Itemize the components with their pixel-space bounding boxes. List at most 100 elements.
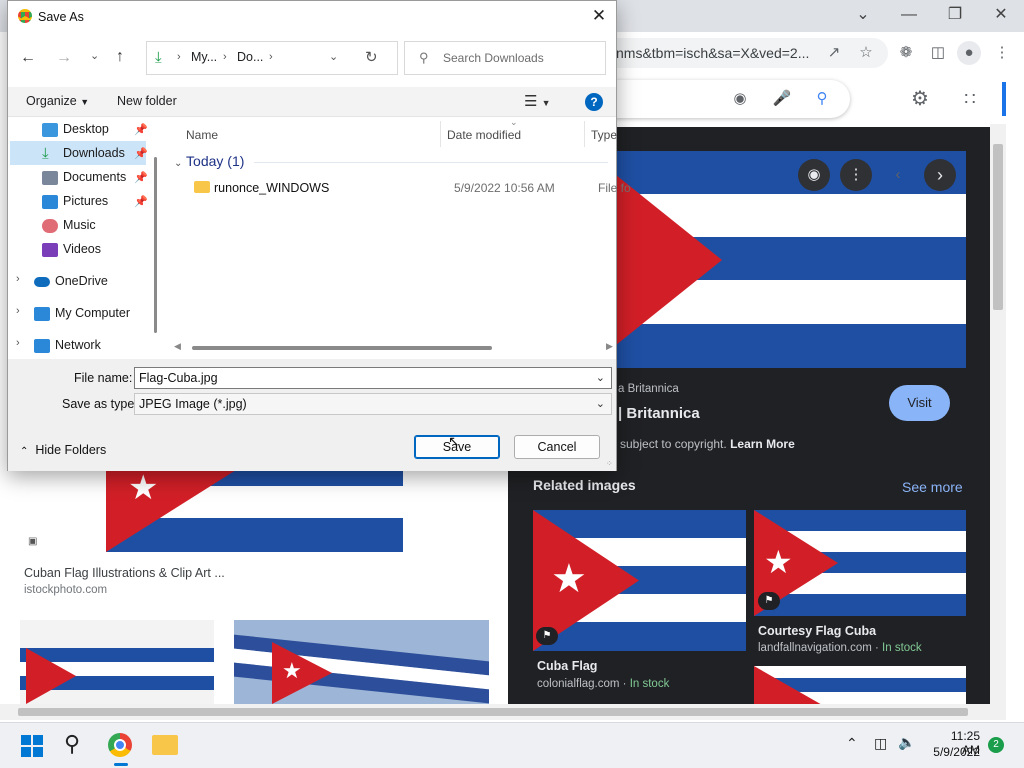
breadcrumb-item[interactable]: Do... <box>237 50 263 64</box>
view-options-icon[interactable]: ☰ ▼ <box>524 92 551 110</box>
extensions-icon[interactable]: ❁ <box>894 41 918 65</box>
related-site-1[interactable]: colonialflag.com · In stock <box>537 678 669 690</box>
organize-menu[interactable]: Organize ▼ <box>26 94 89 108</box>
breadcrumb-dropdown-icon[interactable]: ⌄ <box>329 50 338 63</box>
windows-start-icon[interactable] <box>21 735 43 757</box>
settings-gear-icon[interactable]: ⚙ <box>908 87 932 111</box>
file-row[interactable]: runonce_WINDOWS 5/9/2022 10:56 AM File f… <box>184 177 631 199</box>
result-image-3[interactable]: ★ <box>234 620 489 704</box>
close-window-icon[interactable]: ✕ <box>978 0 1024 30</box>
preview-title[interactable]: | Britannica <box>618 405 700 422</box>
learn-more-link[interactable]: Learn More <box>730 437 795 451</box>
file-name-input[interactable]: Flag-Cuba.jpg ⌄ <box>134 367 612 389</box>
nav-item-network[interactable]: Network <box>34 333 101 357</box>
column-header-date[interactable]: Date modified <box>447 123 521 147</box>
lens-icon[interactable]: ◉ <box>798 159 830 191</box>
column-header-type[interactable]: Type <box>591 123 617 147</box>
expand-chevron-icon[interactable]: › <box>16 305 20 317</box>
restore-icon[interactable]: ❐ <box>932 0 978 30</box>
file-date: 5/9/2022 10:56 AM <box>454 181 555 195</box>
share-icon[interactable]: ↗ <box>822 41 846 65</box>
nav-item-pictures[interactable]: Pictures <box>42 189 108 213</box>
nav-item-my-computer[interactable]: My Computer <box>34 301 130 325</box>
account-edge <box>1002 82 1006 116</box>
expand-chevron-icon[interactable]: › <box>16 337 20 349</box>
search-downloads-input[interactable]: ⚲ Search Downloads <box>404 41 606 75</box>
related-title-1[interactable]: Cuba Flag <box>537 659 597 673</box>
chrome-logo-icon <box>18 9 32 23</box>
save-type-label: Save as type: <box>62 397 138 411</box>
save-type-select[interactable]: JPEG Image (*.jpg) ⌄ <box>134 393 612 415</box>
group-header[interactable]: ⌄ Today (1) <box>174 153 244 169</box>
see-more-link[interactable]: See more <box>902 479 963 495</box>
next-image-icon[interactable]: › <box>924 159 956 191</box>
horizontal-scrollbar[interactable] <box>0 704 1006 720</box>
related-image-1[interactable]: ★ <box>533 510 746 651</box>
network-status-icon[interactable]: ◫ <box>874 735 887 752</box>
hide-folders-toggle[interactable]: ⌃ Hide Folders <box>20 443 106 457</box>
dialog-close-icon[interactable]: ✕ <box>588 5 610 27</box>
up-arrow-icon[interactable]: ↑ <box>116 48 124 66</box>
volume-icon[interactable]: 🔈 <box>898 734 915 751</box>
profile-icon[interactable]: ● <box>957 41 981 65</box>
nav-item-downloads[interactable]: ⤓ Downloads <box>42 141 125 165</box>
column-header-name[interactable]: Name <box>186 123 218 147</box>
shopping-tag-icon: ⚑ <box>758 592 780 610</box>
network-icon <box>34 338 50 353</box>
scroll-thumb[interactable] <box>993 144 1003 310</box>
file-explorer-icon[interactable] <box>152 735 178 755</box>
scroll-thumb[interactable] <box>192 346 492 350</box>
clock-date[interactable]: 5/9/2022 <box>932 745 980 759</box>
nav-scrollbar[interactable] <box>154 157 157 333</box>
forward-arrow-icon[interactable]: → <box>56 49 72 67</box>
breadcrumb-bar[interactable]: ⤓ › My... › Do... › ⌄ ↻ <box>146 41 398 75</box>
help-icon[interactable]: ? <box>585 93 603 111</box>
taskbar-search-icon[interactable]: ⚲ <box>64 731 80 757</box>
prev-image-icon[interactable]: ‹ <box>882 159 914 191</box>
result-image-1[interactable]: ★ <box>106 470 403 552</box>
result-title[interactable]: Cuban Flag Illustrations & Clip Art ... <box>24 566 225 580</box>
nav-item-music[interactable]: Music <box>42 213 96 237</box>
related-image-3[interactable] <box>754 666 966 707</box>
show-hidden-icons[interactable]: ⌃ <box>846 735 858 752</box>
nav-item-videos[interactable]: Videos <box>42 237 101 261</box>
side-panel-icon[interactable]: ◫ <box>926 41 950 65</box>
mouse-cursor-icon: ↖ <box>448 433 460 449</box>
camera-search-icon[interactable]: ◉ <box>728 87 752 111</box>
related-site-2[interactable]: landfallnavigation.com · In stock <box>758 642 922 654</box>
breadcrumb-item[interactable]: My... <box>191 50 217 64</box>
chrome-menu-icon[interactable]: ⋮ <box>990 41 1014 65</box>
recent-locations-icon[interactable]: ⌄ <box>90 49 99 62</box>
related-image-2[interactable]: ★ <box>754 510 966 616</box>
expand-chevron-icon[interactable]: › <box>16 273 20 285</box>
related-title-2[interactable]: Courtesy Flag Cuba <box>758 624 876 638</box>
tab-search-icon[interactable]: ⌄ <box>840 0 886 30</box>
minimize-icon[interactable]: — <box>886 0 932 30</box>
notification-badge[interactable]: 2 <box>988 737 1004 753</box>
copyright-notice: subject to copyright. Learn More <box>620 437 795 451</box>
resize-grip-icon[interactable]: ⁘ <box>606 459 613 468</box>
vertical-scrollbar[interactable] <box>990 124 1006 704</box>
more-options-icon[interactable]: ⋮ <box>840 159 872 191</box>
preview-source[interactable]: a Britannica <box>618 383 679 395</box>
search-icon[interactable]: ⚲ <box>810 87 834 111</box>
result-site[interactable]: istockphoto.com <box>24 584 107 596</box>
file-list-hscrollbar[interactable]: ◀ ▶ <box>172 341 616 355</box>
bookmark-star-icon[interactable]: ☆ <box>854 41 878 65</box>
result-image-2[interactable] <box>20 620 214 704</box>
voice-search-icon[interactable]: 🎤 <box>770 87 794 111</box>
nav-item-onedrive[interactable]: OneDrive <box>34 269 108 293</box>
visit-button[interactable]: Visit <box>889 385 950 421</box>
refresh-icon[interactable]: ↻ <box>365 48 378 66</box>
chevron-down-icon[interactable]: ⌄ <box>596 368 605 388</box>
nav-item-documents[interactable]: Documents <box>42 165 126 189</box>
chevron-down-icon[interactable]: ⌄ <box>596 394 605 414</box>
new-folder-button[interactable]: New folder <box>117 94 177 108</box>
apps-grid-icon[interactable]: ∷ <box>958 87 982 111</box>
scroll-thumb[interactable] <box>18 708 968 716</box>
back-arrow-icon[interactable]: ← <box>20 49 36 67</box>
preview-flag-image[interactable] <box>616 151 966 368</box>
chrome-taskbar-icon[interactable] <box>108 733 132 757</box>
cancel-button[interactable]: Cancel <box>514 435 600 459</box>
nav-item-desktop[interactable]: Desktop <box>42 117 109 141</box>
